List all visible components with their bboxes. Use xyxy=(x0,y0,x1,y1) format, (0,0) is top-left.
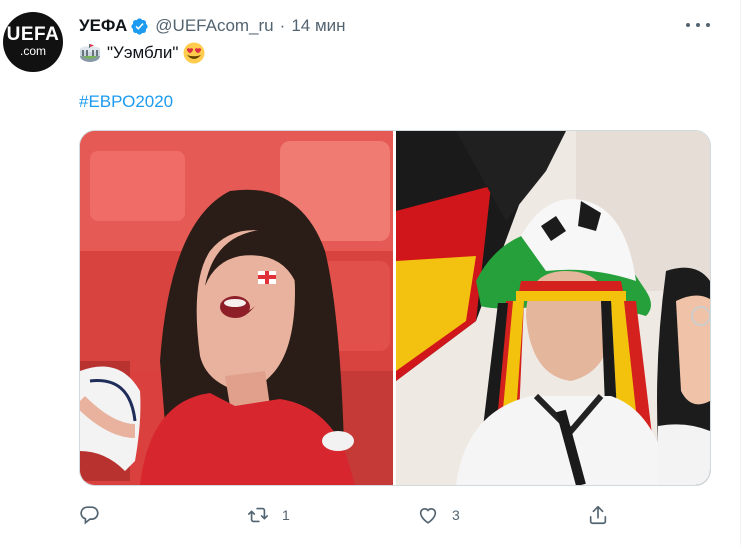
england-fan-illustration xyxy=(80,131,393,485)
avatar[interactable]: UEFA .com xyxy=(3,12,63,72)
tweet-timestamp[interactable]: 14 мин xyxy=(291,16,345,36)
tweet-actions: 1 3 xyxy=(79,500,709,530)
tweet-card[interactable]: UEFA .com УЕФА @UEFAcom_ru · 14 мин "Уэм… xyxy=(0,0,741,545)
like-icon xyxy=(419,508,437,524)
more-icon[interactable] xyxy=(686,15,710,35)
account-name[interactable]: УЕФА xyxy=(79,16,127,36)
tweet-body: "Уэмбли" xyxy=(107,43,179,62)
germany-fan-photo[interactable] xyxy=(396,131,710,485)
media-grid xyxy=(79,130,711,486)
verified-badge-icon xyxy=(131,17,148,35)
retweet-button[interactable]: 1 xyxy=(247,500,290,530)
tweet-header: УЕФА @UEFAcom_ru · 14 мин xyxy=(79,14,346,38)
share-icon xyxy=(589,505,607,525)
avatar-subtitle: .com xyxy=(19,44,46,58)
hashtag-link[interactable]: #ЕВРО2020 xyxy=(79,92,173,112)
like-button[interactable]: 3 xyxy=(417,500,460,530)
england-fan-photo[interactable] xyxy=(80,131,393,485)
tweet-text: "Уэмбли" xyxy=(79,41,205,65)
separator-dot: · xyxy=(279,16,286,35)
heart-eyes-emoji-icon xyxy=(183,42,205,64)
stadium-emoji-icon xyxy=(80,44,100,62)
like-count: 3 xyxy=(452,507,460,523)
share-button[interactable] xyxy=(587,500,609,530)
germany-fan-illustration xyxy=(396,131,710,485)
avatar-title: UEFA xyxy=(6,24,60,45)
retweet-count: 1 xyxy=(282,507,290,523)
retweet-icon xyxy=(248,507,268,523)
account-handle[interactable]: @UEFAcom_ru xyxy=(155,16,273,36)
reply-button[interactable] xyxy=(79,500,114,530)
reply-icon xyxy=(80,506,99,525)
